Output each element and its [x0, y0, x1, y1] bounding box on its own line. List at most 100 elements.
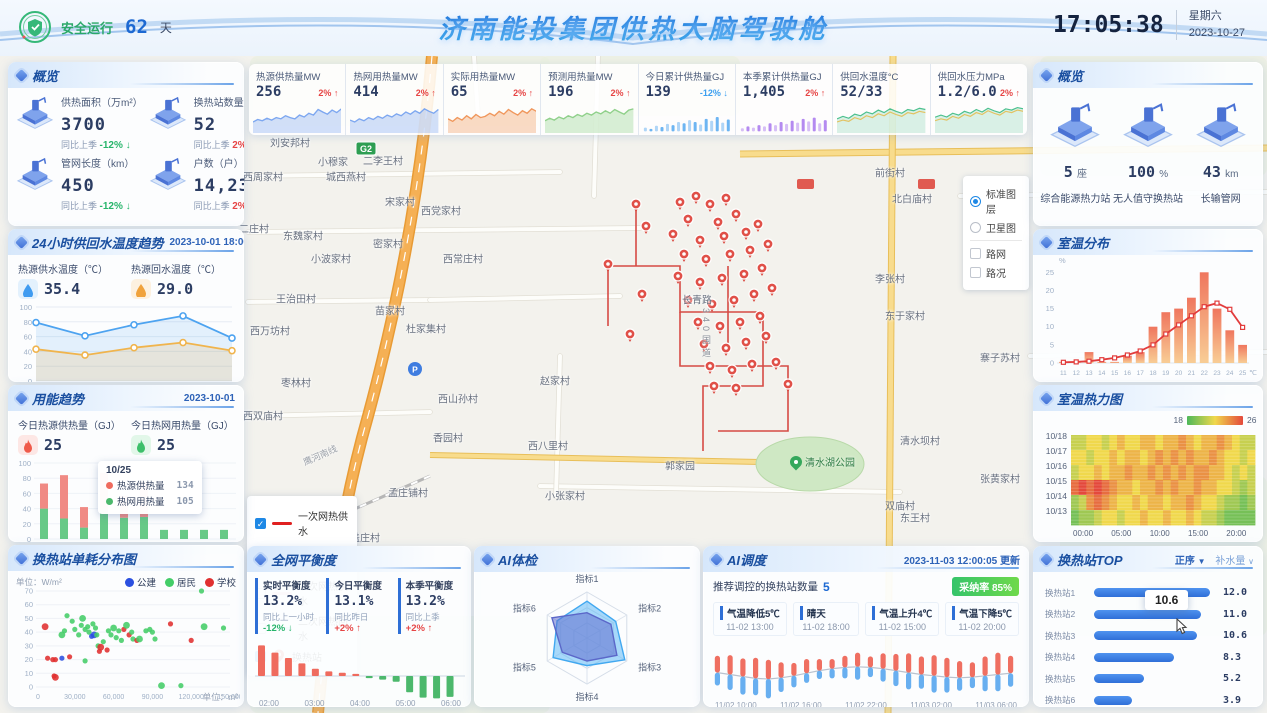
layer-check-label: 路况 [986, 265, 1006, 280]
panel-overview-right: 概览 5 座综合能源热力站 100 %无人值守换热站 43 km长输管网 [1033, 62, 1263, 226]
tooltip-row: 热网用热量105 [106, 494, 194, 508]
kpi-sparkline [253, 103, 341, 133]
overview-item-label: 户数（户） [194, 157, 244, 173]
tooltip-row: 热源供热量134 [106, 478, 194, 492]
station-bar[interactable] [1094, 631, 1216, 640]
kpi-card: 预测用热量MW1962% ↑ [540, 64, 637, 135]
panel-diamond-icon [710, 553, 723, 566]
dispatch-event-card: 气温降低5℃11-02 13:00 [713, 602, 787, 636]
legend-checkbox[interactable]: ✓ [255, 518, 266, 529]
map-village-label: 西山孙村 [438, 391, 478, 406]
panel-title: 概览 [32, 66, 58, 85]
layer-checkbox[interactable] [970, 267, 981, 278]
layer-radio-label: 标准图层 [986, 186, 1022, 216]
kpi-delta: 2% ↑ [416, 88, 436, 98]
map-village-label: 香园村 [433, 430, 463, 445]
svg-text:10: 10 [25, 669, 33, 678]
chevron-down-icon: ∨ [1248, 557, 1254, 566]
legend-label: 一次网热供水 [298, 508, 349, 538]
kpi-card: 热源供热量MW2562% ↑ [249, 64, 345, 135]
station-value: 12.0 [1223, 587, 1251, 598]
legend-row: ✓ 一次网热供水 [255, 508, 349, 538]
svg-text:15: 15 [1111, 370, 1119, 377]
balance-stat: 实时平衡度13.2%同比上一小时-12% ↓ [255, 578, 320, 634]
station-top-tooltip: 10.6 [1145, 590, 1188, 610]
overview-item-value: 14,238 [194, 176, 244, 196]
overview-item-label: 供热面积（万m²） [61, 96, 143, 112]
map-village-label: 杜家集村 [406, 321, 446, 336]
svg-text:100: 100 [18, 459, 31, 468]
dispatch-event-card: 气温下降5℃11-02 20:00 [945, 602, 1019, 636]
isometric-station-icon [16, 96, 54, 129]
map-layer-control: 标准图层卫星图 路网路况 [963, 176, 1029, 290]
svg-text:指标4: 指标4 [575, 691, 598, 702]
overview-right-value: 43 [1203, 163, 1221, 181]
svg-text:指标6: 指标6 [513, 603, 536, 614]
dispatch-chart [711, 639, 1021, 701]
balance-stat-label: 今日平衡度 [334, 578, 391, 592]
panel-overview-left: 概览 供热面积（万m²）3700同比上季 -12% ↓ 换热站数量（个）52同比… [8, 62, 244, 226]
kpi-label: 热源供热量MW [256, 69, 338, 83]
overview-item-delta: 同比上季 -12% ↓ [61, 199, 134, 215]
panel-room-temp-distribution: 室温分布 0510152025%111213141516171819202122… [1033, 229, 1263, 382]
layer-radio[interactable] [970, 222, 981, 233]
dispatch-x-label: 11/03 06:00 [975, 701, 1017, 707]
map-village-label: 李张村 [875, 271, 905, 286]
station-bar[interactable] [1094, 610, 1216, 619]
station-bar[interactable] [1094, 674, 1216, 683]
kpi-value: 414 [353, 84, 378, 100]
svg-text:80: 80 [23, 474, 31, 483]
clock-block: 17:05:38 星期六2023-10-27 [1053, 8, 1245, 41]
kpi-card: 供回水压力MPa1.2/6.02% ↑ [930, 64, 1027, 135]
balance-stat-sub: 同比上季 [406, 611, 463, 623]
panel-diamond-icon [1040, 69, 1053, 82]
panel-diamond-icon [15, 392, 28, 405]
scatter-x-unit: 单位：m² [203, 691, 238, 703]
event-time: 11-02 13:00 [720, 622, 780, 632]
map-village-label: 张黄家村 [980, 471, 1020, 486]
layer-radio[interactable] [970, 196, 981, 207]
overview-item-value: 52 [194, 115, 216, 135]
kpi-delta: 2% ↑ [513, 88, 533, 98]
svg-text:100: 100 [19, 303, 32, 312]
map-village-label: 王治田村 [276, 291, 316, 306]
map-village-label: 西万坊村 [250, 323, 290, 338]
kpi-value-row: 1.2/6.02% ↑ [938, 84, 1020, 100]
overview-item-delta: 同比上季 2% ↑ [194, 199, 244, 215]
event-label: 晴天 [800, 606, 853, 620]
panel-title: 用能趋势 [32, 389, 84, 408]
panel-diamond-icon [15, 552, 28, 565]
panel-diamond-icon [1040, 553, 1053, 566]
layer-checkbox[interactable] [970, 248, 981, 259]
kpi-value-row: 1962% ↑ [548, 84, 630, 100]
energy-stat: 今日热网用热量（GJ）25 [131, 417, 234, 455]
svg-text:0: 0 [29, 683, 33, 692]
kpi-value-row: 2562% ↑ [256, 84, 338, 100]
svg-text:10/17: 10/17 [1046, 446, 1068, 456]
map-village-label: 小张家村 [545, 488, 585, 503]
svg-text:5: 5 [1050, 340, 1054, 349]
balance-stat-label: 实时平衡度 [263, 578, 320, 592]
dispatch-event-card: 晴天11-02 18:00 [793, 602, 860, 636]
station-bar[interactable] [1094, 696, 1216, 705]
svg-text:0: 0 [1050, 359, 1054, 368]
panel-diamond-icon [481, 553, 494, 566]
dispatch-event-card: 气温上升4℃11-02 15:00 [865, 602, 939, 636]
svg-text:18: 18 [1149, 370, 1157, 377]
station-bar[interactable] [1094, 653, 1216, 662]
svg-text:50: 50 [25, 614, 33, 623]
svg-text:12: 12 [1073, 370, 1081, 377]
svg-text:指标3: 指标3 [638, 662, 661, 673]
panel-title: 全网平衡度 [271, 550, 336, 569]
sort-dropdown[interactable]: 正序 ▼ [1175, 556, 1206, 567]
isometric-station-icon [1195, 102, 1247, 148]
map-village-label: 小穆家 [318, 154, 348, 169]
overview-right-label: 长输管网 [1184, 190, 1257, 205]
svg-text:18: 18 [1174, 415, 1184, 425]
stat-value: 25 [157, 436, 175, 454]
header-bar: 安全运行 62 天 济南能投集团供热大脑驾驶舱 17:05:38 星期六2023… [0, 0, 1267, 56]
layer-check: 路况 [970, 265, 1022, 280]
metric-dropdown[interactable]: 补水量 ∨ [1215, 556, 1254, 567]
kpi-card: 实际用热量MW652% ↑ [443, 64, 540, 135]
svg-text:指标2: 指标2 [638, 603, 661, 614]
